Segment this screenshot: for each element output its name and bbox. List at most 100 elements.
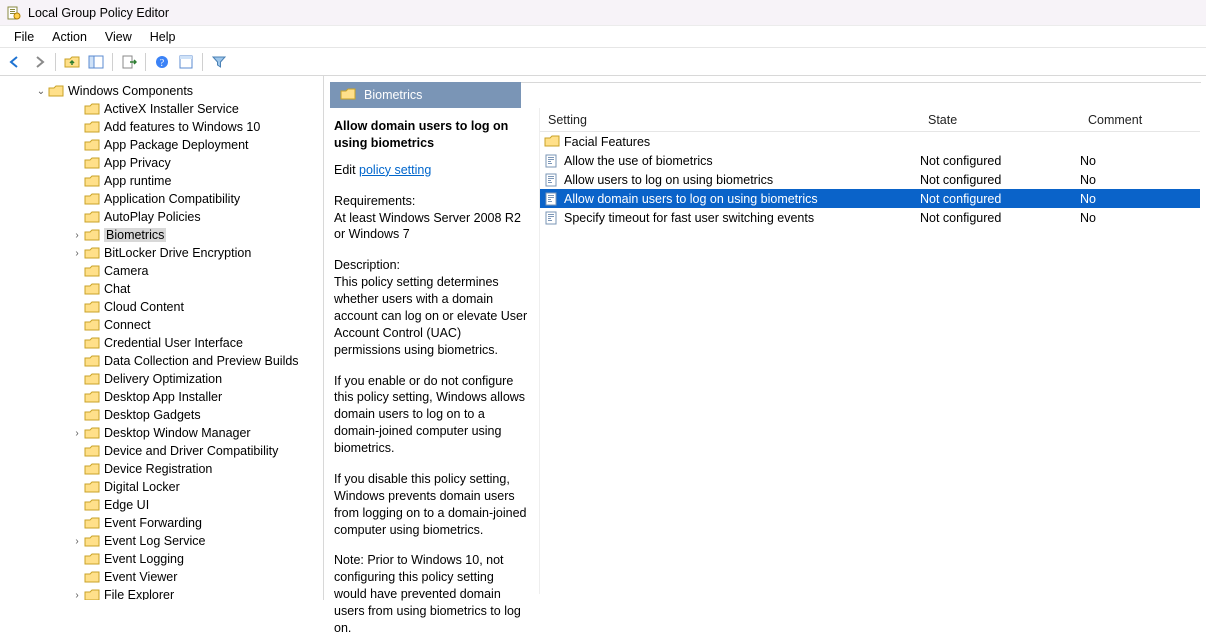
cell-setting: Allow domain users to log on using biome…	[564, 192, 920, 206]
tree-node[interactable]: Application Compatibility	[0, 190, 323, 208]
policy-icon	[544, 153, 560, 169]
tree-node[interactable]: App Privacy	[0, 154, 323, 172]
tree-label: Delivery Optimization	[104, 372, 222, 386]
list-row[interactable]: Allow the use of biometricsNot configure…	[540, 151, 1200, 170]
list-row[interactable]: Specify timeout for fast user switching …	[540, 208, 1200, 227]
tree-label: Chat	[104, 282, 130, 296]
tree-node[interactable]: Desktop Gadgets	[0, 406, 323, 424]
folder-icon	[84, 120, 100, 134]
list-row[interactable]: Allow domain users to log on using biome…	[540, 189, 1200, 208]
description-label: Description:	[334, 257, 529, 274]
toolbar-separator	[112, 53, 113, 71]
cell-setting: Allow users to log on using biometrics	[564, 173, 920, 187]
tree-node[interactable]: Camera	[0, 262, 323, 280]
tree-label: Application Compatibility	[104, 192, 240, 206]
tree-node[interactable]: Event Forwarding	[0, 514, 323, 532]
menu-file[interactable]: File	[6, 28, 42, 46]
tree-node[interactable]: Credential User Interface	[0, 334, 323, 352]
tree-node[interactable]: ›Biometrics	[0, 226, 323, 244]
tree-node-root[interactable]: ⌄Windows Components	[0, 82, 323, 100]
folder-icon	[84, 390, 100, 404]
tree-node[interactable]: ›BitLocker Drive Encryption	[0, 244, 323, 262]
show-hide-tree-button[interactable]	[85, 51, 107, 73]
tree-node[interactable]: Data Collection and Preview Builds	[0, 352, 323, 370]
filter-button[interactable]	[208, 51, 230, 73]
tree-node[interactable]: ›File Explorer	[0, 586, 323, 600]
tree-label: Desktop Window Manager	[104, 426, 251, 440]
tree-label: Edge UI	[104, 498, 149, 512]
tree-node[interactable]: Digital Locker	[0, 478, 323, 496]
tree-pane[interactable]: ⌄Windows Components ActiveX Installer Ser…	[0, 76, 324, 600]
folder-icon	[544, 134, 560, 150]
tree-node[interactable]: › Event Log Service	[0, 532, 323, 550]
list-row[interactable]: Allow users to log on using biometricsNo…	[540, 170, 1200, 189]
col-comment[interactable]: Comment	[1080, 113, 1200, 127]
edit-label: Edit	[334, 163, 356, 177]
up-folder-button[interactable]	[61, 51, 83, 73]
col-setting[interactable]: Setting	[540, 113, 920, 127]
tree-label: App Package Deployment	[104, 138, 249, 152]
tree-node[interactable]: ActiveX Installer Service	[0, 100, 323, 118]
tree-node[interactable]: Device and Driver Compatibility	[0, 442, 323, 460]
list-row[interactable]: Facial Features	[540, 132, 1200, 151]
folder-icon	[84, 480, 100, 494]
toolbar-separator	[55, 53, 56, 71]
cell-comment: No	[1080, 211, 1200, 225]
chevron-down-icon[interactable]: ⌄	[34, 86, 48, 97]
cell-state: Not configured	[920, 211, 1080, 225]
tree-node[interactable]: Connect	[0, 316, 323, 334]
properties-button[interactable]	[175, 51, 197, 73]
tree-label: Add features to Windows 10	[104, 120, 260, 134]
toolbar-separator	[202, 53, 203, 71]
tree-node[interactable]: App Package Deployment	[0, 136, 323, 154]
tree-node[interactable]: Desktop App Installer	[0, 388, 323, 406]
tree-node[interactable]: AutoPlay Policies	[0, 208, 323, 226]
chevron-right-icon[interactable]: ›	[70, 536, 84, 547]
tree-node[interactable]: Delivery Optimization	[0, 370, 323, 388]
col-state[interactable]: State	[920, 113, 1080, 127]
list-header[interactable]: Setting State Comment	[540, 108, 1200, 132]
tree-node[interactable]: Device Registration	[0, 460, 323, 478]
export-list-button[interactable]	[118, 51, 140, 73]
chevron-right-icon[interactable]: ›	[70, 230, 84, 241]
folder-icon	[84, 174, 100, 188]
help-button[interactable]: ?	[151, 51, 173, 73]
folder-icon	[84, 192, 100, 206]
folder-icon	[84, 552, 100, 566]
tree-label: Desktop Gadgets	[104, 408, 201, 422]
settings-list-pane: Setting State Comment Facial FeaturesAll…	[540, 108, 1200, 594]
tree-node[interactable]: Add features to Windows 10	[0, 118, 323, 136]
tree-node[interactable]: Edge UI	[0, 496, 323, 514]
folder-icon	[84, 156, 100, 170]
tree-node[interactable]: Event Logging	[0, 550, 323, 568]
folder-icon	[340, 87, 356, 104]
chevron-right-icon[interactable]: ›	[70, 590, 84, 601]
description-para-1: This policy setting determines whether u…	[334, 274, 529, 358]
tree-node[interactable]: Chat	[0, 280, 323, 298]
menu-help[interactable]: Help	[142, 28, 184, 46]
forward-button[interactable]	[28, 51, 50, 73]
list-rows[interactable]: Facial FeaturesAllow the use of biometri…	[540, 132, 1200, 594]
tree-label: Device Registration	[104, 462, 212, 476]
tree-label: Connect	[104, 318, 151, 332]
folder-icon	[84, 516, 100, 530]
folder-icon	[84, 354, 100, 368]
folder-icon	[48, 84, 64, 98]
edit-policy-link[interactable]: policy setting	[359, 163, 431, 177]
tree-node[interactable]: › Desktop Window Manager	[0, 424, 323, 442]
tree-label: App runtime	[104, 174, 171, 188]
window-title: Local Group Policy Editor	[28, 6, 169, 20]
tree-node[interactable]: Event Viewer	[0, 568, 323, 586]
menu-view[interactable]: View	[97, 28, 140, 46]
folder-icon	[84, 570, 100, 584]
tree-label: Digital Locker	[104, 480, 180, 494]
chevron-right-icon[interactable]: ›	[70, 248, 84, 259]
tree-label: Event Log Service	[104, 534, 205, 548]
tree-node[interactable]: Cloud Content	[0, 298, 323, 316]
folder-icon	[84, 426, 100, 440]
chevron-right-icon[interactable]: ›	[70, 428, 84, 439]
back-button[interactable]	[4, 51, 26, 73]
tree-node[interactable]: App runtime	[0, 172, 323, 190]
tree-label: ActiveX Installer Service	[104, 102, 239, 116]
menu-action[interactable]: Action	[44, 28, 95, 46]
